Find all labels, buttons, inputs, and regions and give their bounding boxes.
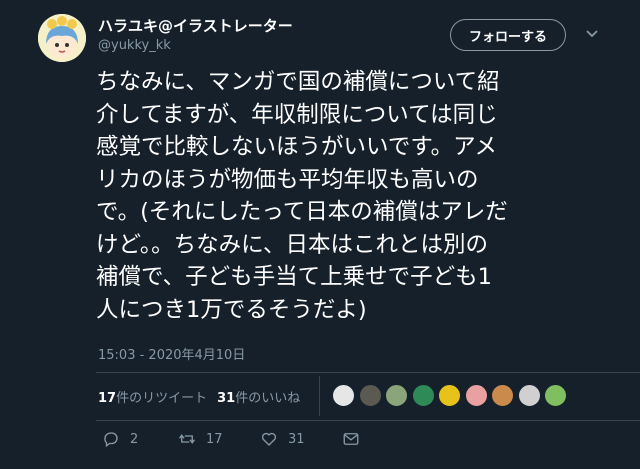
- like-action-count: 31: [288, 431, 305, 447]
- liker-avatar-3-icon[interactable]: [384, 383, 409, 408]
- retweets-count: 17: [98, 391, 117, 406]
- reply-button[interactable]: 2: [102, 430, 138, 448]
- like-button[interactable]: 31: [260, 430, 305, 448]
- follow-button[interactable]: フォローする: [450, 19, 566, 51]
- likes-stat[interactable]: 31件のいいね: [217, 391, 300, 406]
- retweets-stat[interactable]: 17件のリツイート: [98, 391, 207, 406]
- stats-separator: [319, 376, 320, 416]
- engagement-stats: 17件のリツイート 31件のいいね: [98, 387, 300, 406]
- retweets-label: 件のリツイート: [116, 391, 208, 406]
- author-display-name[interactable]: ハラユキ@イラストレーター: [98, 15, 293, 36]
- liker-avatar-6-icon[interactable]: [463, 383, 489, 408]
- liker-avatar-5-icon[interactable]: [437, 383, 462, 408]
- liker-avatar-2-icon[interactable]: [357, 383, 383, 408]
- envelope-icon: [343, 433, 359, 445]
- heart-icon: [261, 432, 277, 446]
- liker-avatar-4-icon[interactable]: [410, 383, 436, 408]
- retweet-button[interactable]: 17: [178, 430, 223, 448]
- reply-count: 2: [130, 431, 139, 447]
- likes-count: 31: [217, 391, 236, 406]
- retweet-action-count: 17: [206, 431, 223, 447]
- user-avatar-illustration-icon: [38, 14, 86, 62]
- liker-avatar-9-icon[interactable]: [543, 383, 568, 408]
- author-avatar[interactable]: [38, 14, 86, 62]
- dm-button[interactable]: [342, 430, 360, 448]
- author-handle[interactable]: @yukky_kk: [98, 38, 171, 53]
- liker-avatar-8-icon[interactable]: [516, 383, 542, 408]
- actions-top-divider: [96, 420, 640, 421]
- tweet-text: ちなみに、マンガで国の補償について紹 介してますが、年収制限については同じ 感覚…: [96, 69, 508, 323]
- likes-label: 件のいいね: [235, 391, 301, 406]
- liker-avatar-7-icon[interactable]: [490, 383, 515, 408]
- more-options-caret[interactable]: [584, 25, 600, 41]
- retweet-icon: [178, 434, 196, 444]
- liker-avatar-1-icon[interactable]: [331, 383, 356, 408]
- chevron-down-icon: [586, 30, 598, 38]
- reply-icon: [104, 432, 118, 448]
- stats-top-divider: [96, 372, 640, 373]
- tweet-timestamp[interactable]: 15:03 - 2020年4月10日: [98, 344, 245, 363]
